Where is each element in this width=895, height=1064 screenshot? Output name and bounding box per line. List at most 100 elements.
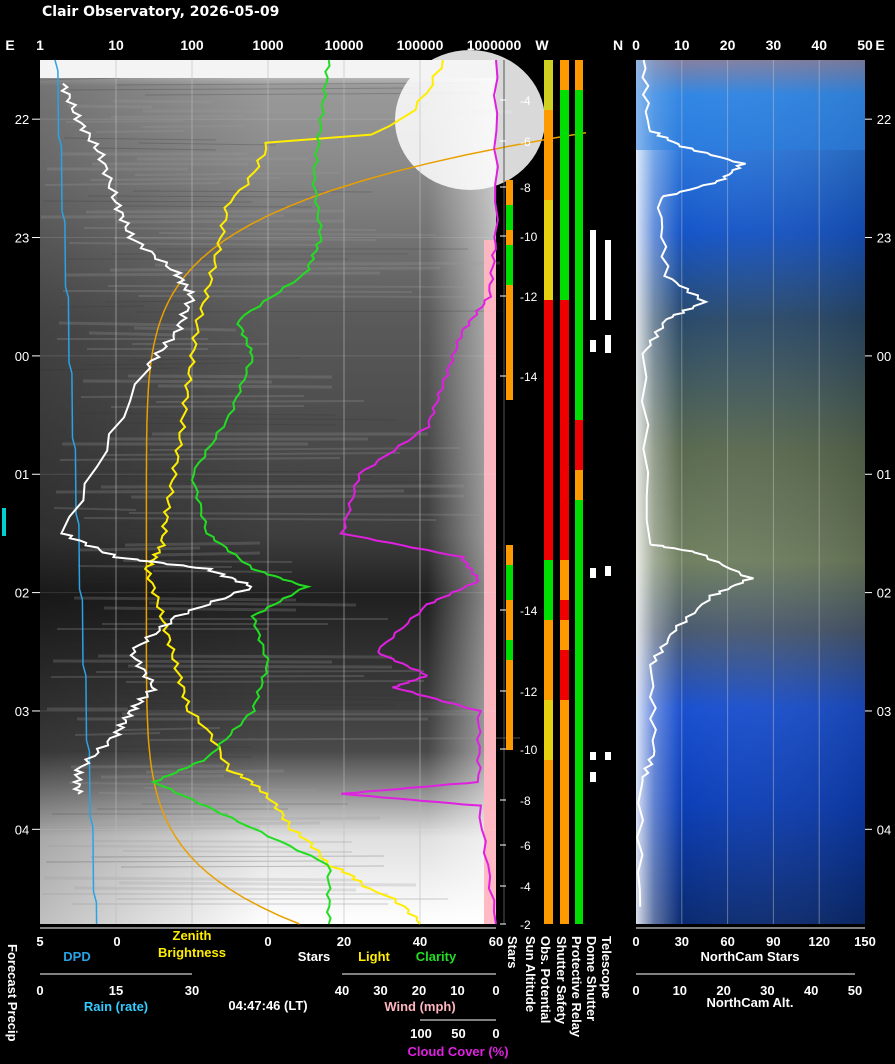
- sky-streak: [92, 840, 353, 843]
- wind-tick: 20: [412, 983, 426, 998]
- sky-streak: [130, 494, 465, 499]
- stars-tick: 20: [337, 934, 351, 949]
- stars-label: Stars: [298, 949, 331, 964]
- obs-potential-strip: [544, 60, 553, 110]
- sky-streak: [47, 845, 293, 848]
- sky-streak: [43, 876, 357, 882]
- log-tick-label: 100000: [397, 37, 444, 53]
- status-label: Sun Altitude: [523, 936, 538, 1012]
- time-label-left: 23: [15, 231, 29, 246]
- obs-potential-strip: [544, 780, 553, 924]
- top-right-label: E: [875, 37, 884, 53]
- cam-alt-label: NorthCam Alt.: [707, 995, 794, 1010]
- cloud-tick: 50: [451, 1026, 465, 1041]
- sky-streak: [127, 664, 393, 669]
- telescope-mark: [605, 566, 611, 576]
- log-tick-label: 1000: [252, 37, 283, 53]
- time-label-right: 02: [877, 586, 891, 601]
- time-label-right: 03: [877, 704, 891, 719]
- status-label: Protective Relay: [569, 936, 584, 1038]
- sky-streak: [107, 285, 473, 288]
- status-label: Dome Shutter: [584, 936, 599, 1021]
- time-label-left: 02: [15, 586, 29, 601]
- sky-streak: [85, 209, 345, 214]
- wind-band: [484, 240, 496, 924]
- status-label: Stars: [505, 936, 520, 969]
- sky-streak: [115, 219, 345, 224]
- telescope-mark: [590, 752, 596, 760]
- rain-tick: 30: [185, 983, 199, 998]
- time-label-left: 03: [15, 704, 29, 719]
- protective-relay-strip: [575, 420, 583, 470]
- cam-top-tick: 0: [632, 37, 640, 53]
- top-left-label: E: [5, 37, 14, 53]
- status-label: Obs. Potential: [538, 936, 553, 1023]
- log-tick-label: 1000000: [467, 37, 522, 53]
- cloud-tick: 100: [410, 1026, 432, 1041]
- stars-strip-ok: [506, 640, 513, 660]
- current-time-marker: [2, 508, 6, 536]
- sun-altitude-label: -12: [520, 290, 538, 304]
- log-tick-label: 10000: [325, 37, 364, 53]
- cam-alt-tick: 10: [673, 983, 687, 998]
- sky-streak: [100, 484, 465, 489]
- telescope-mark: [590, 772, 596, 782]
- sun-altitude-label: -2: [520, 918, 531, 932]
- status-left-label: W: [535, 37, 549, 53]
- obs-potential-strip: [544, 300, 553, 560]
- cam-alt-tick: 40: [804, 983, 818, 998]
- zenith-label: Zenith: [173, 928, 212, 943]
- sky-streak: [94, 821, 321, 827]
- cam-alt-tick: 0: [632, 983, 639, 998]
- dpd-label: DPD: [63, 949, 90, 964]
- obs-potential-strip: [544, 200, 553, 300]
- time-label-left: 01: [15, 467, 29, 482]
- rain-tick: 15: [109, 983, 123, 998]
- sky-streak: [127, 374, 333, 379]
- stars-strip-ok: [506, 565, 513, 600]
- stars-tick: 60: [489, 934, 503, 949]
- sun-altitude-label: -14: [520, 604, 538, 618]
- telescope-mark: [605, 240, 611, 320]
- sky-streak: [65, 120, 185, 123]
- cam-top-tick: 40: [811, 37, 827, 53]
- cam-stars-tick: 90: [766, 934, 780, 949]
- stars-tick: 0: [264, 934, 271, 949]
- log-tick-label: 100: [180, 37, 204, 53]
- sky-streak: [109, 266, 441, 272]
- shutter-safety-strip: [560, 600, 569, 620]
- time-label-right: 04: [877, 822, 891, 837]
- sky-streak: [62, 290, 413, 293]
- obs-potential-strip: [544, 560, 553, 620]
- sky-streak: [110, 405, 305, 408]
- cam-stars-tick: 30: [675, 934, 689, 949]
- cam-stars-tick: 0: [632, 934, 639, 949]
- wind-tick: 30: [373, 983, 387, 998]
- shutter-safety-strip: [560, 300, 569, 560]
- sky-streak: [95, 130, 185, 133]
- sun-altitude-label: -8: [520, 181, 531, 195]
- sun-altitude-label: -12: [520, 685, 538, 699]
- time-label-right: 00: [877, 349, 891, 364]
- forecast-precip-label: Forecast Precip: [5, 944, 20, 1042]
- sun-altitude-label: -6: [520, 839, 531, 853]
- dpd-tick: 0: [113, 934, 120, 949]
- obs-potential-strip: [544, 700, 553, 760]
- protective-relay-strip: [575, 60, 583, 90]
- light-label: Light: [358, 949, 390, 964]
- sun-altitude-label: -10: [520, 230, 538, 244]
- northcam-shade: [636, 60, 865, 924]
- sky-streak: [157, 384, 333, 389]
- wind-tick: 40: [335, 983, 349, 998]
- log-tick-label: 10: [108, 37, 124, 53]
- protective-relay-strip: [575, 470, 583, 500]
- sky-streak: [40, 214, 285, 219]
- sky-streak: [77, 565, 233, 568]
- sky-streak: [154, 551, 261, 557]
- shutter-safety-strip: [560, 90, 569, 300]
- sun-altitude-label: -14: [520, 370, 538, 384]
- stars-strip-ok: [506, 245, 513, 285]
- sky-streak: [64, 271, 381, 277]
- wind-tick: 0: [492, 983, 499, 998]
- dpd-tick: 5: [36, 934, 43, 949]
